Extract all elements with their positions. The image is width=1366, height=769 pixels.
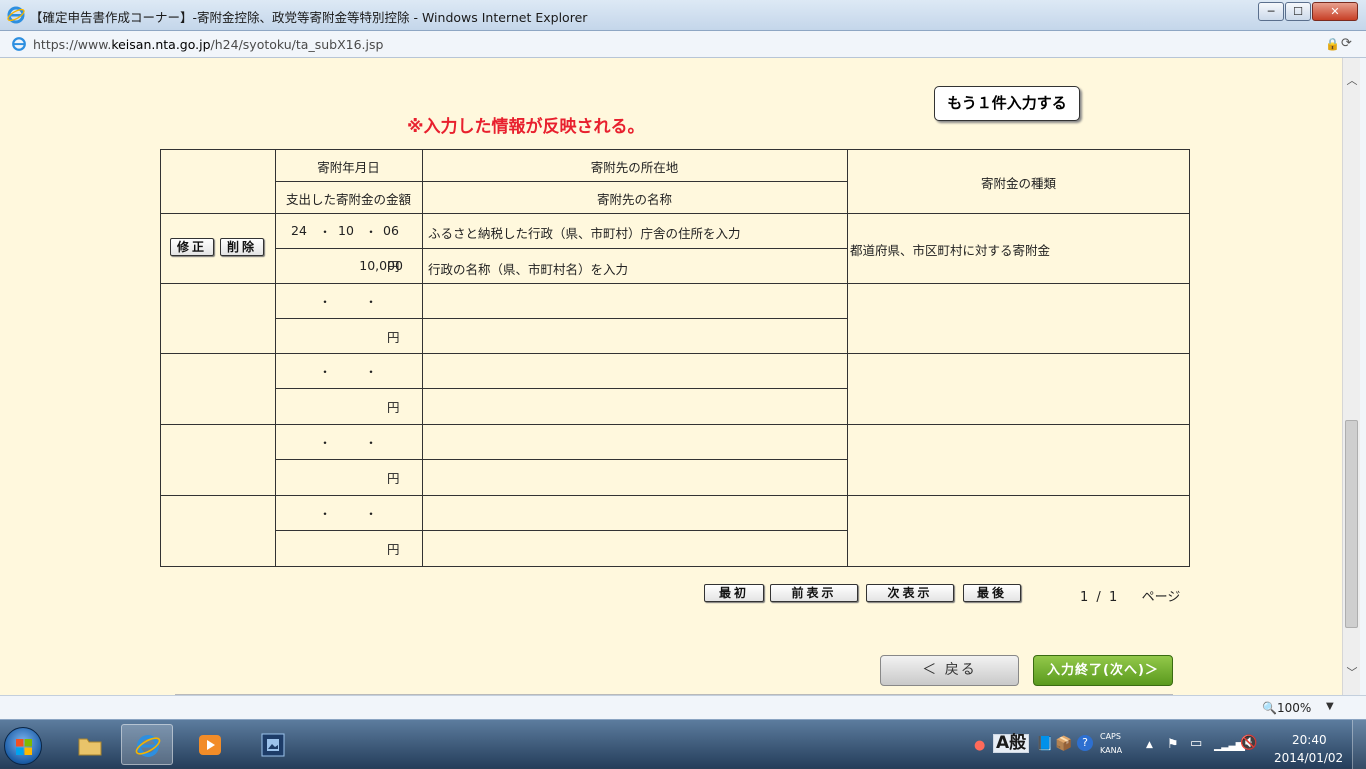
status-bar: 🔍100% ▼ (0, 695, 1366, 719)
maximize-button[interactable]: ☐ (1285, 2, 1311, 21)
display-icon[interactable]: ▭ (1190, 736, 1202, 751)
address-bar[interactable]: https://www.keisan.nta.go.jp/h24/syotoku… (0, 31, 1366, 58)
help-icon[interactable]: ? (1077, 735, 1093, 751)
show-desktop-button[interactable] (1352, 720, 1366, 769)
url-text[interactable]: https://www.keisan.nta.go.jp/h24/syotoku… (33, 37, 383, 52)
donation-year: 24 (291, 223, 307, 238)
lock-icon[interactable]: 🔒 (1325, 37, 1340, 51)
header-type: 寄附金の種類 (980, 176, 1056, 191)
taskbar-image-app[interactable] (247, 724, 299, 765)
pager-prev-button[interactable]: 前表示 (770, 584, 858, 602)
show-hidden-icons-icon[interactable]: ▲ (1146, 740, 1153, 750)
reflect-notice: ※入力した情報が反映される。 (407, 117, 645, 137)
finish-input-button[interactable]: 入力終了(次へ)＞ (1033, 655, 1173, 686)
scroll-up-icon[interactable]: ︿ (1343, 72, 1361, 90)
vertical-scrollbar[interactable]: ︿ ﹀ (1342, 58, 1360, 695)
recipient-name: 行政の名称（県、市町村名）を入力 (428, 262, 629, 277)
clock-date[interactable]: 2014/01/02 (1274, 751, 1343, 765)
recipient-address: ふるさと納税した行政（県、市町村）庁舎の住所を入力 (428, 226, 741, 241)
donation-amount: 10,000 (359, 258, 403, 273)
taskbar: ● A般 📘 📦 ? CAPS KANA ▲ ⚑ ▭ ▁▂▃▅ 🔇 20:40 … (0, 719, 1366, 769)
notification-icon[interactable]: ● (974, 738, 985, 753)
taskbar-internet-explorer[interactable] (121, 724, 173, 765)
zoom-dropdown-icon[interactable]: ▼ (1326, 701, 1334, 712)
picture-app-icon (261, 733, 285, 757)
pager-last-button[interactable]: 最後 (963, 584, 1021, 602)
ime-tools-icon[interactable]: 📦 (1055, 736, 1072, 752)
ime-dictionary-icon[interactable]: 📘 (1036, 736, 1053, 752)
header-date: 寄附年月日 (317, 160, 380, 175)
folder-icon (78, 738, 102, 756)
pager-next-button[interactable]: 次表示 (866, 584, 954, 602)
ime-mode-indicator[interactable]: A般 (993, 734, 1030, 753)
internet-explorer-icon (135, 735, 161, 757)
window-titlebar[interactable]: 【確定申告書作成コーナー】-寄附金控除、政党等寄附金等特別控除 - Window… (0, 0, 1366, 31)
window-title: 【確定申告書作成コーナー】-寄附金控除、政党等寄附金等特別控除 - Window… (30, 10, 588, 25)
donation-table: 寄附年月日 支出した寄附金の金額 寄附先の所在地 寄附先の名称 寄附金の種類 修… (160, 149, 1190, 567)
caps-indicator: CAPS (1100, 732, 1121, 741)
header-amount: 支出した寄附金の金額 (285, 192, 411, 207)
taskbar-explorer[interactable] (64, 724, 116, 765)
media-player-icon (199, 735, 221, 755)
delete-button[interactable]: 削除 (220, 238, 264, 256)
clock-time[interactable]: 20:40 (1292, 733, 1327, 747)
header-address: 寄附先の所在地 (590, 160, 679, 175)
internet-explorer-icon (7, 6, 25, 24)
action-center-flag-icon[interactable]: ⚑ (1167, 737, 1179, 752)
donation-day: 06 (383, 223, 399, 238)
donation-type: 都道府県、市区町村に対する寄附金 (850, 243, 1051, 258)
donation-month: 10 (338, 223, 354, 238)
header-name: 寄附先の名称 (596, 192, 672, 207)
page-indicator: 1 / 1 ページ (1080, 590, 1181, 605)
page-content: ※入力した情報が反映される。 もう１件入力する 寄附年月日 支出した寄附金の金額… (0, 58, 1342, 695)
refresh-icon[interactable]: ⟳ (1341, 36, 1352, 51)
network-signal-icon[interactable]: ▁▂▃▅ (1214, 737, 1245, 751)
add-another-button[interactable]: もう１件入力する (934, 86, 1080, 121)
minimize-button[interactable]: ─ (1258, 2, 1284, 21)
edit-button[interactable]: 修正 (170, 238, 214, 256)
kana-indicator: KANA (1100, 746, 1123, 755)
start-button[interactable] (4, 727, 42, 765)
windows-logo-icon (16, 739, 32, 755)
pager-first-button[interactable]: 最初 (704, 584, 764, 602)
close-window-button[interactable]: ✕ (1312, 2, 1358, 21)
taskbar-media-player[interactable] (184, 724, 236, 765)
scroll-thumb[interactable] (1345, 420, 1358, 628)
back-button[interactable]: ＜ 戻る (880, 655, 1019, 686)
site-favicon-icon (12, 37, 26, 51)
scroll-down-icon[interactable]: ﹀ (1343, 664, 1361, 682)
volume-muted-icon[interactable]: 🔇 (1240, 735, 1257, 751)
zoom-level[interactable]: 🔍100% (1262, 701, 1311, 715)
